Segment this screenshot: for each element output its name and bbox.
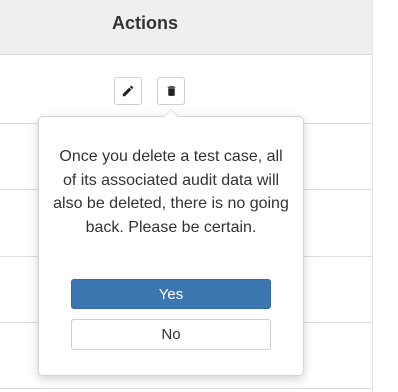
cancel-delete-button[interactable]: No <box>71 319 271 350</box>
popover-arrow-fill <box>164 110 178 117</box>
delete-button[interactable] <box>157 77 185 105</box>
scroll-gutter <box>372 0 398 392</box>
pencil-icon <box>122 85 134 97</box>
delete-confirm-popover: Once you delete a test case, all of its … <box>38 116 304 376</box>
edit-button[interactable] <box>114 77 142 105</box>
actions-column-header: Actions <box>111 13 178 33</box>
delete-warning-message: Once you delete a test case, all of its … <box>53 148 289 236</box>
trash-icon <box>167 86 175 96</box>
row-divider <box>0 388 372 389</box>
confirm-delete-button[interactable]: Yes <box>71 279 271 309</box>
table-header: Actions <box>0 0 372 55</box>
